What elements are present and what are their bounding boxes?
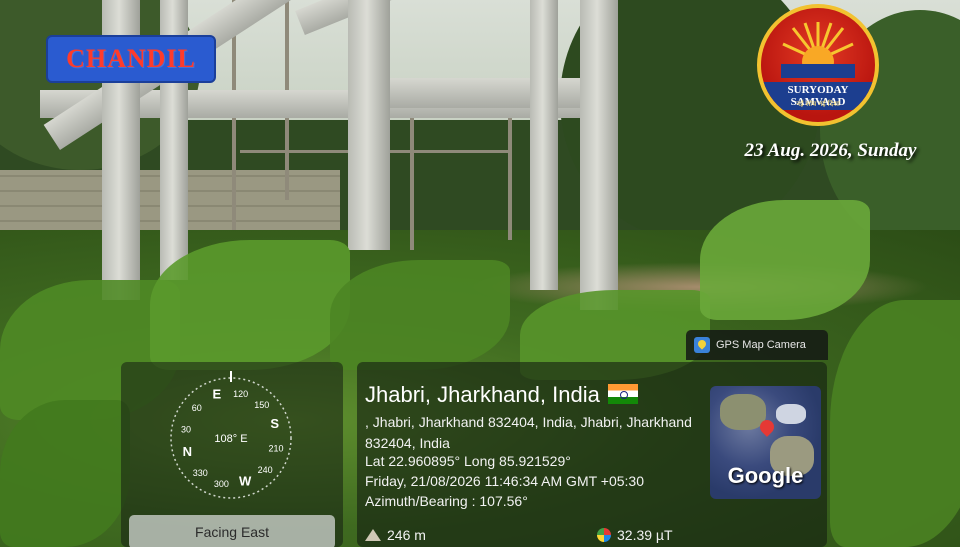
- compass-center-reading: 108° E: [214, 433, 247, 445]
- lat-long: Lat 22.960895° Long 85.921529°: [365, 453, 571, 469]
- compass-label: 120: [233, 389, 248, 399]
- brand-tagline: नई सोच नई दिशा: [796, 101, 840, 108]
- gps-camera-badge: GPS Map Camera: [686, 330, 828, 360]
- compass-label: 330: [193, 468, 208, 478]
- gps-info-panel: Jhabri, Jharkhand, India , Jhabri, Jhark…: [357, 362, 827, 547]
- magnetic-field-stat: 32.39 µT: [597, 527, 673, 543]
- sun-icon: [781, 22, 855, 78]
- compass-label: W: [239, 474, 252, 489]
- compass-label: 210: [268, 444, 283, 454]
- azimuth-bearing: Azimuth/Bearing : 107.56°: [365, 493, 528, 509]
- compass-label: E: [212, 386, 221, 401]
- map-thumbnail[interactable]: Google: [710, 386, 821, 499]
- altitude-value: 246 m: [387, 527, 426, 543]
- map-land: [776, 404, 806, 424]
- concrete-pillar: [348, 0, 390, 250]
- compass-label: 30: [181, 424, 191, 434]
- compass-label: S: [270, 416, 279, 431]
- capture-datetime: Friday, 21/08/2026 11:46:34 AM GMT +05:3…: [365, 473, 645, 489]
- concrete-pillar: [530, 0, 558, 290]
- magnetic-field-icon: [597, 528, 611, 542]
- location-title-text: Jhabri, Jharkhand, India: [365, 382, 600, 407]
- india-flag-icon: [607, 384, 638, 404]
- facing-direction: Facing East: [129, 515, 335, 547]
- compass-label: 300: [214, 479, 229, 489]
- foliage: [0, 400, 130, 547]
- foliage: [700, 200, 870, 320]
- concrete-beam: [380, 78, 595, 108]
- location-title: Jhabri, Jharkhand, India: [365, 382, 638, 408]
- map-provider-label: Google: [727, 463, 804, 488]
- brand-logo: SURYODAY SAMVAAD नई सोच नई दिशा: [757, 4, 879, 126]
- date-line: 23 Aug. 2026, Sunday: [744, 140, 917, 161]
- compass-icon: 108° E N 30 60 E 120 150S 210 240 W 300 330: [170, 371, 292, 499]
- foliage: [330, 260, 510, 370]
- location-tag: CHANDIL: [46, 35, 216, 83]
- altitude-stat: 246 m: [365, 527, 426, 543]
- concrete-pillar: [580, 0, 618, 310]
- compass-label: N: [183, 444, 192, 459]
- compass-label: 240: [258, 465, 273, 475]
- altitude-icon: [365, 529, 381, 541]
- magnetic-field-value: 32.39 µT: [617, 527, 673, 543]
- location-tag-label: CHANDIL: [66, 44, 196, 73]
- compass-panel: 108° E N 30 60 E 120 150 S 210 240 W 300 330 Facing…: [121, 362, 343, 547]
- scaffold-pole: [508, 100, 512, 240]
- compass-label: 60: [192, 403, 202, 413]
- gps-camera-label: GPS Map Camera: [716, 339, 806, 351]
- foliage: [150, 240, 350, 370]
- address-text: , Jhabri, Jharkhand 832404, India, Jhabr…: [365, 414, 692, 451]
- compass-label: 150: [254, 400, 269, 410]
- gps-camera-icon: [694, 337, 710, 353]
